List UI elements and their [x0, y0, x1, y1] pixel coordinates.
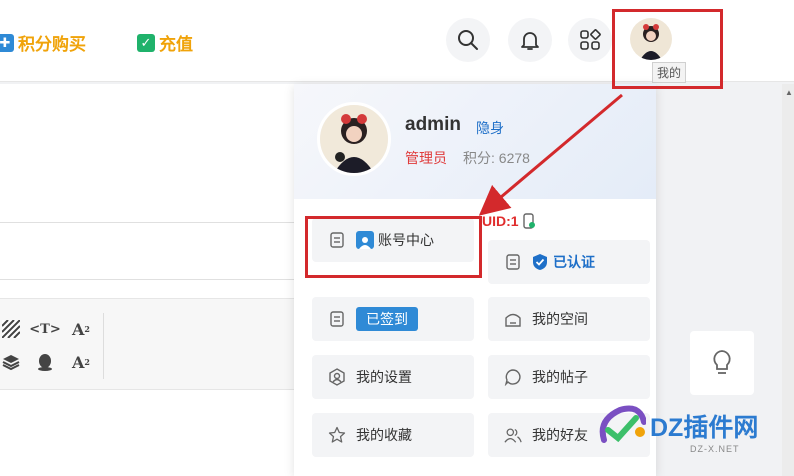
watermark-url: DZ-X.NET	[690, 444, 740, 454]
watermark-text: DZ插件网	[650, 414, 759, 442]
watermark-logo	[599, 405, 646, 443]
watermark: DZ插件网	[596, 404, 758, 448]
